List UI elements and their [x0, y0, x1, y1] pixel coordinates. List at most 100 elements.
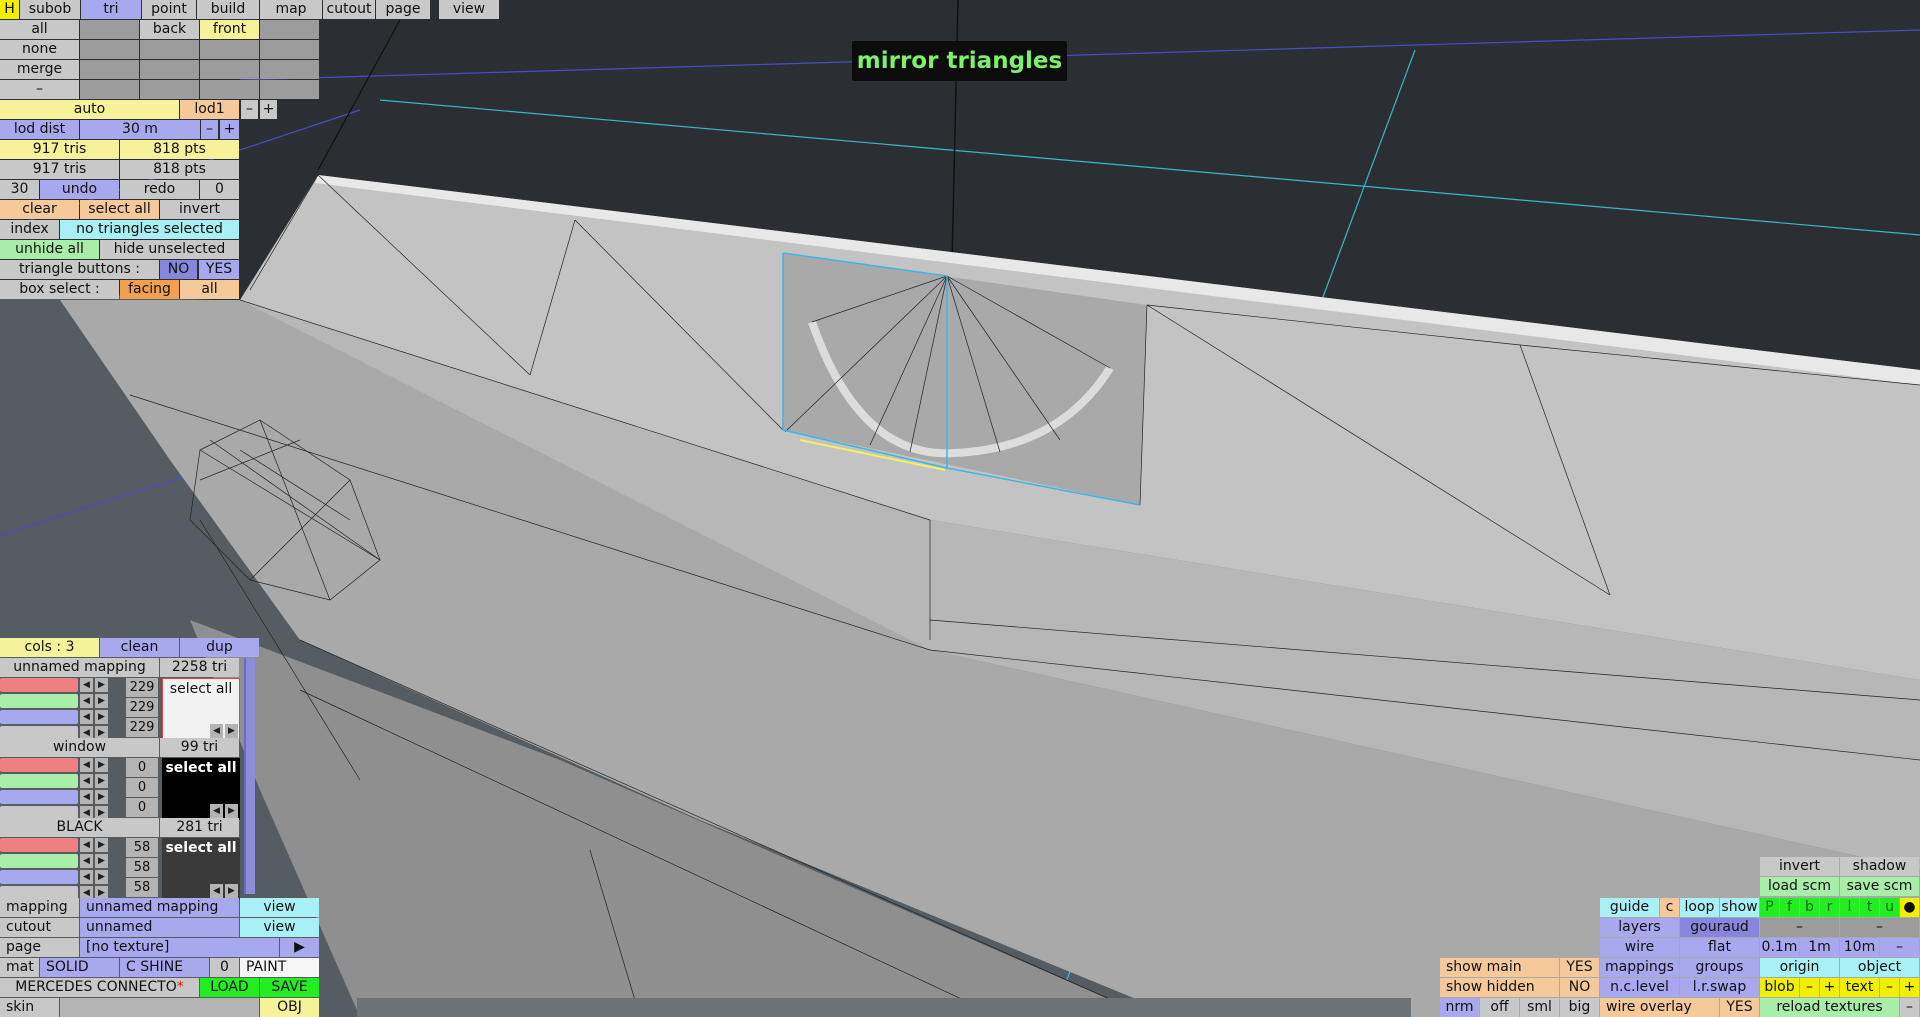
grid-cell[interactable]: [140, 60, 199, 79]
text-minus-button[interactable]: –: [1880, 978, 1899, 997]
c-button[interactable]: c: [1660, 898, 1679, 917]
show-hidden-toggle[interactable]: NO: [1560, 978, 1599, 997]
paint-button[interactable]: PAINT: [240, 958, 319, 977]
color-g-value[interactable]: 229: [126, 698, 158, 717]
front-button[interactable]: front: [200, 20, 259, 39]
lod1-button[interactable]: lod1: [180, 100, 239, 119]
cshine-button[interactable]: C SHINE: [120, 958, 209, 977]
lod-dist-plus[interactable]: +: [220, 120, 239, 139]
h-button[interactable]: H: [0, 0, 19, 19]
arrow-right-icon[interactable]: ▶: [95, 838, 108, 852]
arrow-left-icon[interactable]: ◀: [80, 694, 93, 708]
hide-unselected-button[interactable]: hide unselected: [100, 240, 239, 259]
color-r-value[interactable]: 0: [126, 758, 158, 777]
color-b-value[interactable]: 58: [126, 878, 158, 897]
view-letter-button[interactable]: u: [1880, 898, 1899, 917]
color-channel-slider[interactable]: [0, 678, 78, 692]
box-select-all[interactable]: all: [180, 280, 239, 299]
color-channel-slider[interactable]: [0, 710, 78, 724]
dash-field-2[interactable]: –: [1840, 918, 1919, 937]
obj-button[interactable]: OBJ: [260, 998, 319, 1017]
arrow-left-icon[interactable]: ◀: [80, 870, 93, 884]
grid-cell[interactable]: [140, 80, 199, 99]
color-group-name[interactable]: unnamed mapping: [0, 658, 159, 677]
grid-cell[interactable]: [200, 80, 259, 99]
reload-minus-button[interactable]: –: [1900, 998, 1919, 1017]
color-channel-slider[interactable]: [0, 790, 78, 804]
arrow-right-icon[interactable]: ▶: [225, 804, 238, 818]
grid-10m-button[interactable]: 10m: [1840, 938, 1879, 957]
object-button[interactable]: object: [1840, 958, 1919, 977]
tab-cutout[interactable]: cutout: [323, 0, 375, 19]
color-channel-slider[interactable]: [0, 774, 78, 788]
merge-button[interactable]: merge: [0, 60, 79, 79]
back-button[interactable]: back: [140, 20, 199, 39]
wire-overlay-toggle[interactable]: YES: [1720, 998, 1759, 1017]
lod-auto-button[interactable]: auto: [0, 100, 179, 119]
arrow-right-icon[interactable]: ▶: [95, 758, 108, 772]
grid-cell[interactable]: [80, 60, 139, 79]
arrow-left-icon[interactable]: ◀: [80, 710, 93, 724]
color-b-value[interactable]: 229: [126, 718, 158, 737]
invert-button[interactable]: invert: [1760, 857, 1839, 876]
blob-plus-button[interactable]: +: [1820, 978, 1839, 997]
arrow-right-icon[interactable]: ▶: [95, 870, 108, 884]
colors-scrollbar[interactable]: [244, 658, 255, 894]
view-letter-button[interactable]: f: [1780, 898, 1799, 917]
view-letter-button[interactable]: r: [1820, 898, 1839, 917]
arrow-left-icon[interactable]: ◀: [210, 724, 223, 738]
color-channel-slider[interactable]: [0, 694, 78, 708]
color-channel-slider[interactable]: [0, 758, 78, 772]
origin-button[interactable]: origin: [1760, 958, 1839, 977]
page-next-arrow[interactable]: ▶: [280, 938, 319, 957]
arrow-left-icon[interactable]: ◀: [210, 884, 223, 898]
cutout-view-button[interactable]: view: [240, 918, 319, 937]
grid-cell[interactable]: [140, 40, 199, 59]
arrow-right-icon[interactable]: ▶: [225, 884, 238, 898]
color-g-value[interactable]: 0: [126, 778, 158, 797]
arrow-left-icon[interactable]: ◀: [80, 678, 93, 692]
redo-button[interactable]: redo: [120, 180, 199, 199]
off-button[interactable]: off: [1480, 998, 1519, 1017]
color-group-name[interactable]: window: [0, 738, 159, 757]
lod-dist-minus[interactable]: –: [201, 120, 218, 139]
arrow-right-icon[interactable]: ▶: [95, 854, 108, 868]
nclevel-button[interactable]: n.c.level: [1600, 978, 1679, 997]
grid-0-1m-button[interactable]: 0.1m: [1760, 938, 1799, 957]
arrow-right-icon[interactable]: ▶: [95, 678, 108, 692]
clean-button[interactable]: clean: [100, 638, 179, 657]
grid-cell[interactable]: [200, 40, 259, 59]
shine-value[interactable]: 0: [210, 958, 239, 977]
select-all-triangles-button[interactable]: select all: [80, 200, 159, 219]
mappings-button[interactable]: mappings: [1600, 958, 1679, 977]
dash-field-1[interactable]: –: [1760, 918, 1839, 937]
tab-subob[interactable]: subob: [20, 0, 80, 19]
tab-page[interactable]: page: [376, 0, 430, 19]
sml-button[interactable]: sml: [1520, 998, 1559, 1017]
blob-minus-button[interactable]: –: [1800, 978, 1819, 997]
view-letter-button[interactable]: P: [1760, 898, 1779, 917]
load-button[interactable]: LOAD: [200, 978, 259, 997]
arrow-right-icon[interactable]: ▶: [95, 694, 108, 708]
tab-view[interactable]: view: [439, 0, 499, 19]
unhide-all-button[interactable]: unhide all: [0, 240, 99, 259]
index-button[interactable]: index: [0, 220, 59, 239]
select-all-button[interactable]: all: [0, 20, 79, 39]
mapping-value[interactable]: unnamed mapping: [80, 898, 239, 917]
text-plus-button[interactable]: +: [1900, 978, 1919, 997]
grid-cell[interactable]: [260, 20, 319, 39]
grid-cell[interactable]: [80, 20, 139, 39]
arrow-left-icon[interactable]: ◀: [80, 838, 93, 852]
layers-button[interactable]: layers: [1600, 918, 1679, 937]
lod-dist-value[interactable]: 30 m: [80, 120, 200, 139]
undo-button[interactable]: undo: [40, 180, 119, 199]
big-button[interactable]: big: [1560, 998, 1599, 1017]
grid-cell[interactable]: [260, 80, 319, 99]
skin-field[interactable]: [60, 998, 259, 1017]
grid-cell[interactable]: [260, 60, 319, 79]
groups-button[interactable]: groups: [1680, 958, 1759, 977]
wire-button[interactable]: wire: [1600, 938, 1679, 957]
tab-point[interactable]: point: [142, 0, 196, 19]
mapping-view-button[interactable]: view: [240, 898, 319, 917]
arrow-right-icon[interactable]: ▶: [225, 724, 238, 738]
